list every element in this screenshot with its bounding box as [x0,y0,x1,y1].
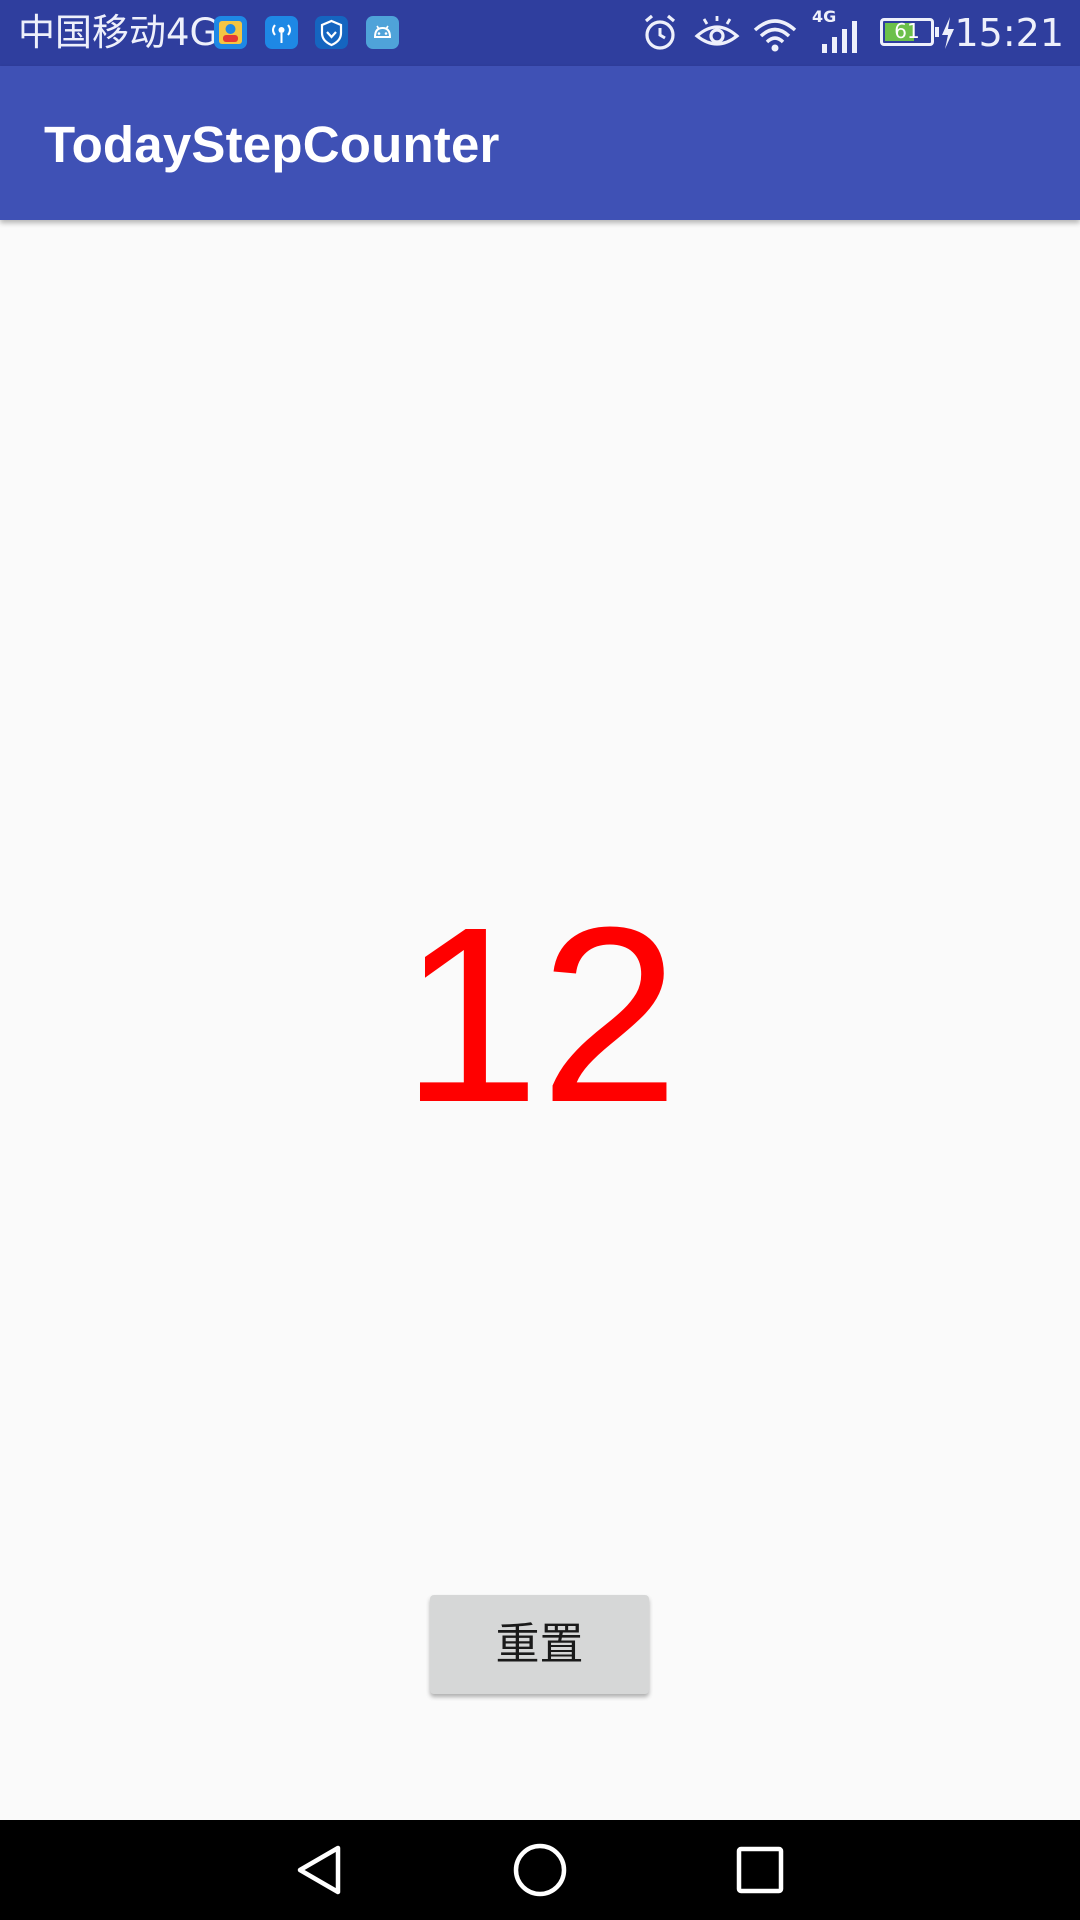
battery-icon: 61 [880,18,939,46]
alarm-icon [644,14,676,50]
reset-button[interactable]: 重置 [430,1595,649,1694]
eye-icon [694,16,740,46]
app-title: TodayStepCounter [44,116,500,173]
carrier-label: 中国移动4G [18,11,219,54]
main-content: 12 重置 [0,220,1080,1820]
navigation-bar [0,1820,1080,1920]
screen: 中国移动4G 4G 61 15:21 TodayStepCounter 12 重… [0,0,1080,1920]
status-bar: 中国移动4G 4G 61 15:21 [0,0,1080,66]
home-icon[interactable] [510,1840,570,1900]
hotspot-app-icon [265,16,298,49]
contacts-app-icon [214,16,247,49]
android-app-icon [366,16,399,49]
battery-level: 61 [894,19,920,43]
clock: 15:21 [954,11,1064,55]
app-bar: TodayStepCounter [0,66,1080,220]
back-icon[interactable] [290,1840,350,1900]
step-count: 12 [400,875,680,1154]
security-shield-app-icon [315,16,348,49]
wifi-icon [753,19,797,52]
recents-icon[interactable] [730,1840,790,1900]
system-icons: 4G 61 15:21 [640,0,1080,66]
cellular-signal-icon [822,21,857,53]
